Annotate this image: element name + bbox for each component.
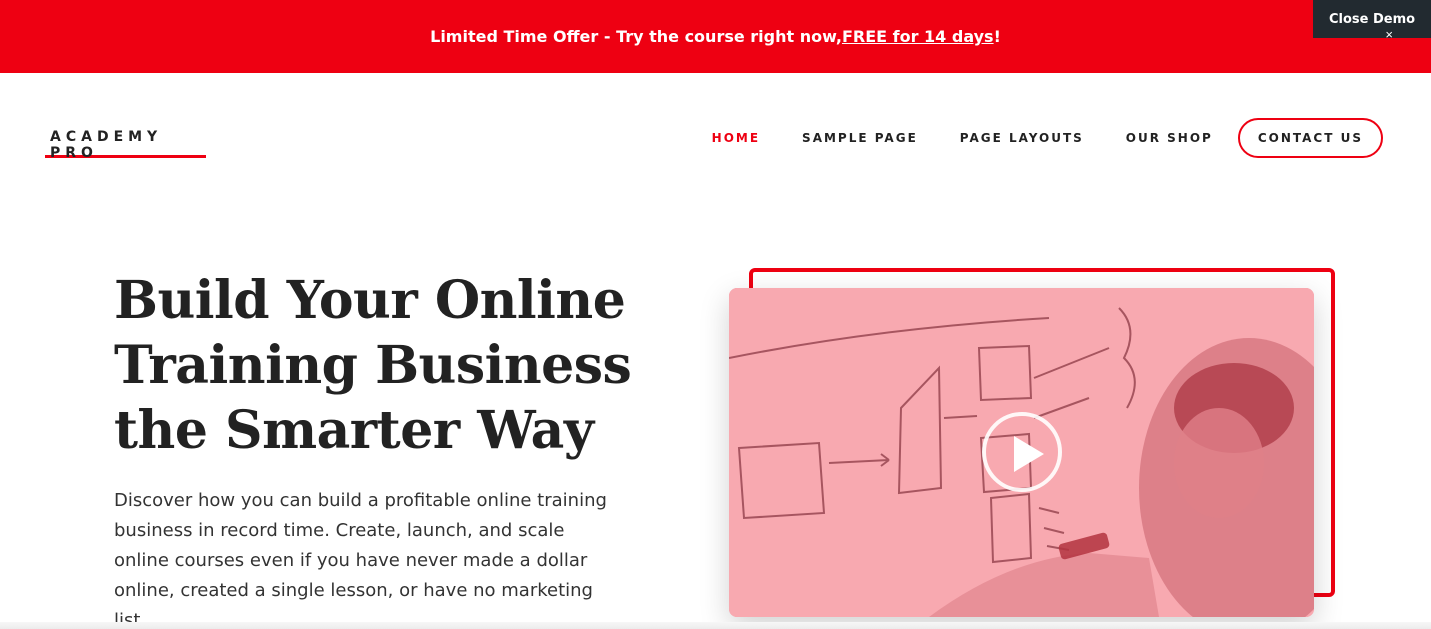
hero-title: Build Your Online Training Business the … bbox=[114, 270, 632, 461]
promo-banner: Limited Time Offer - Try the course righ… bbox=[0, 0, 1431, 73]
video-thumbnail[interactable] bbox=[729, 288, 1314, 617]
main-nav: HOME SAMPLE PAGE PAGE LAYOUTS OUR SHOP C… bbox=[670, 118, 1383, 158]
logo-text: ACADEMY PRO bbox=[50, 129, 163, 161]
nav-our-shop[interactable]: OUR SHOP bbox=[1126, 131, 1213, 145]
free-trial-link[interactable]: FREE for 14 days bbox=[842, 27, 994, 46]
site-logo[interactable]: ACADEMY PRO bbox=[45, 126, 206, 161]
play-icon[interactable] bbox=[982, 412, 1062, 492]
close-demo-button[interactable]: Close Demo bbox=[1313, 0, 1431, 38]
contact-us-button[interactable]: CONTACT US bbox=[1237, 118, 1383, 158]
promo-text: Limited Time Offer - Try the course righ… bbox=[430, 27, 842, 46]
nav-sample-page[interactable]: SAMPLE PAGE bbox=[802, 131, 918, 145]
nav-page-layouts[interactable]: PAGE LAYOUTS bbox=[960, 131, 1084, 145]
section-divider bbox=[0, 622, 1431, 629]
hero-description: Discover how you can build a profitable … bbox=[114, 490, 607, 629]
close-icon[interactable]: × bbox=[1385, 28, 1393, 41]
promo-text-end: ! bbox=[993, 27, 1001, 46]
nav-home[interactable]: HOME bbox=[712, 131, 760, 145]
